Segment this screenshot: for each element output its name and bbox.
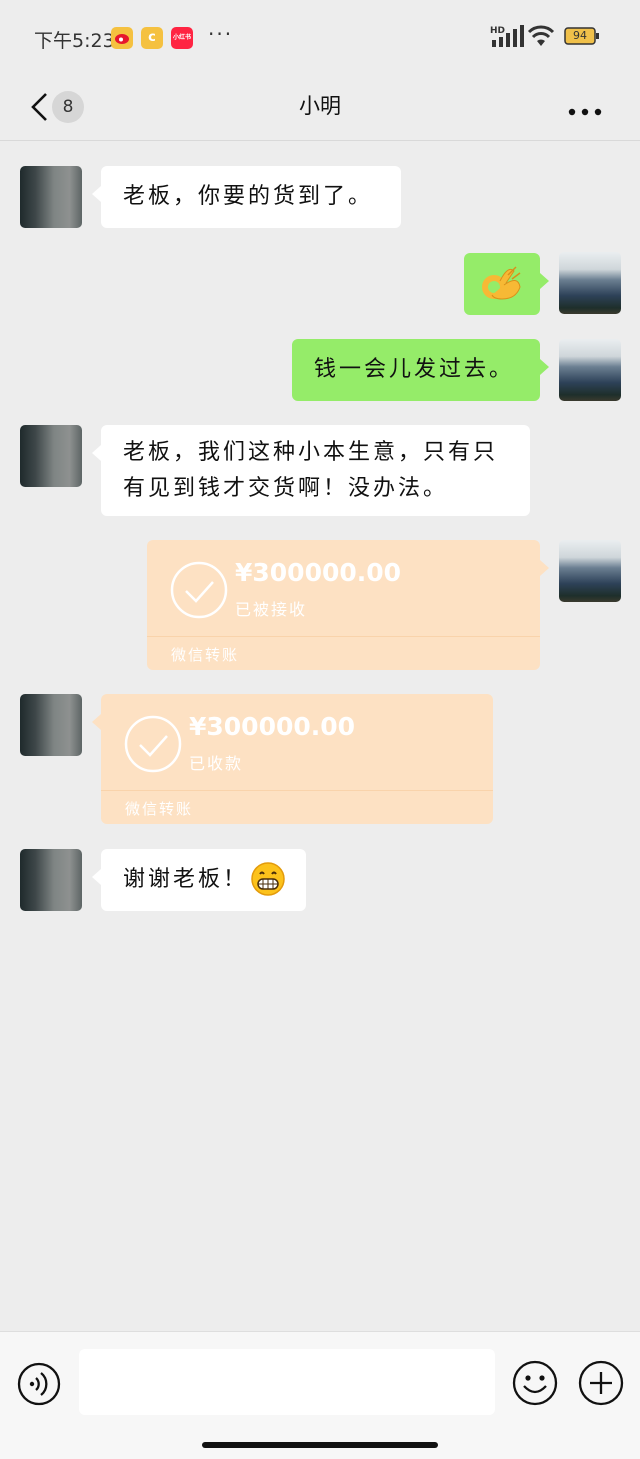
message-bubble[interactable]: 老板，你要的货到了。 [92,166,401,228]
battery-indicator: 94 [564,27,600,45]
grin-emoji-icon [251,862,285,896]
divider [101,790,493,791]
more-options-button[interactable] [562,88,608,124]
my-avatar[interactable] [559,252,621,314]
status-more-icon: ··· [208,22,234,46]
divider [147,636,540,637]
transfer-status: 已收款 [189,754,244,773]
transfer-status: 已被接收 [235,600,308,619]
chat-header: 8 小明 [0,76,640,141]
signal-icon: HD [490,25,524,47]
xiaohongshu-icon: 小红书 [171,27,193,49]
status-bar: 下午5:23 c 小红书 ··· HD 94 [0,0,640,76]
transfer-card[interactable]: ¥300000.00 已收款 微信转账 [92,694,493,824]
home-indicator[interactable] [202,1442,438,1448]
message-text: 钱一会儿发过去。 [314,357,515,382]
check-circle-icon [124,715,182,773]
contact-avatar[interactable] [20,166,82,228]
message-input[interactable] [79,1349,495,1415]
weibo-icon [111,27,133,49]
input-bar [0,1331,640,1459]
contact-avatar[interactable] [20,849,82,911]
transfer-amount: ¥300000.00 [189,712,356,741]
ok-hand-emoji-icon [482,266,521,300]
my-avatar[interactable] [559,339,621,401]
voice-input-icon[interactable] [17,1362,61,1406]
app-c-icon: c [141,27,163,49]
svg-text:HD: HD [490,26,505,36]
plus-circle-icon[interactable] [578,1360,624,1406]
emoji-message-bubble[interactable] [464,253,549,315]
chat-title: 小明 [299,94,341,118]
transfer-amount: ¥300000.00 [235,558,402,587]
message-text: 老板，你要的货到了。 [123,184,374,209]
message-bubble[interactable]: 钱一会儿发过去。 [292,339,549,401]
emoji-icon[interactable] [512,1360,558,1406]
message-text: 老板，我们这种小本生意，只有只有见到钱才交货啊！没办法。 [123,440,499,501]
transfer-label: 微信转账 [171,646,240,664]
transfer-card[interactable]: ¥300000.00 已被接收 微信转账 [147,540,549,670]
my-avatar[interactable] [559,540,621,602]
more-horizontal-icon [568,108,602,116]
battery-level: 94 [573,29,587,42]
message-bubble[interactable]: 谢谢老板！ [92,849,306,911]
check-circle-icon [170,561,228,619]
status-time: 下午5:23 [34,30,115,52]
contact-avatar[interactable] [20,425,82,487]
transfer-label: 微信转账 [125,800,194,818]
wifi-icon [527,25,555,46]
message-text: 谢谢老板！ [123,867,249,892]
contact-avatar[interactable] [20,694,82,756]
message-bubble[interactable]: 老板，我们这种小本生意，只有只有见到钱才交货啊！没办法。 [92,425,530,516]
